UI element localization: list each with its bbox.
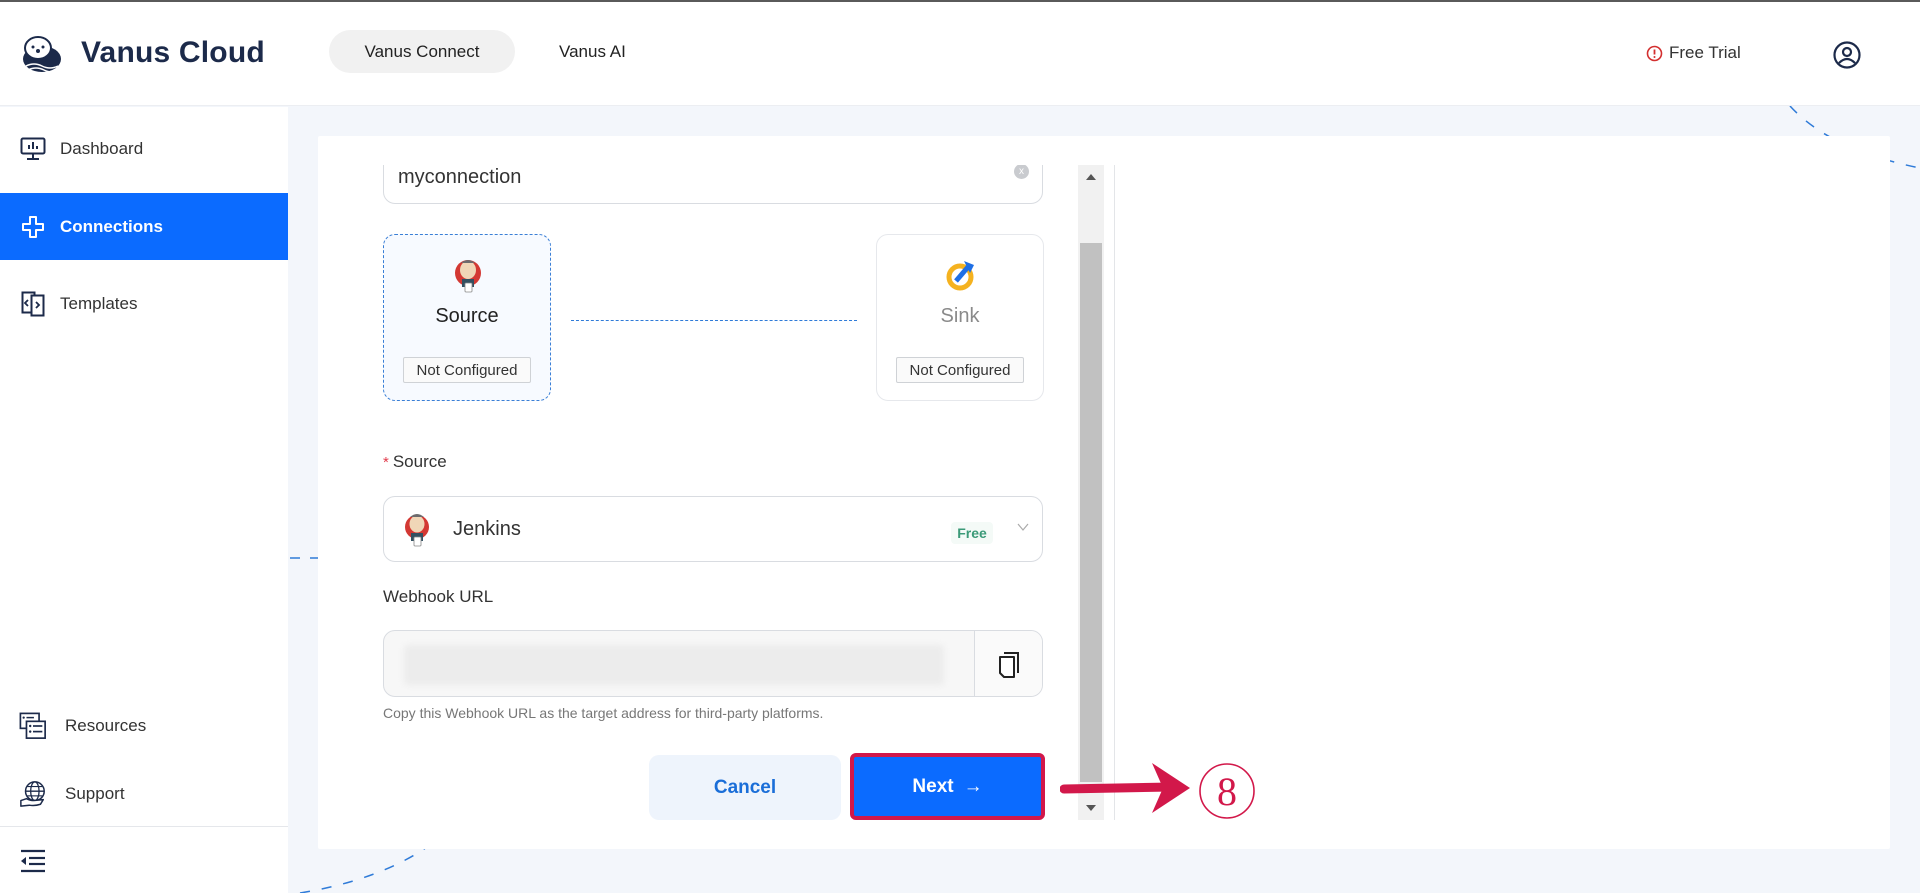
- source-node-title: Source: [435, 305, 499, 327]
- scroll-up-arrow-icon[interactable]: [1086, 174, 1096, 180]
- cancel-button[interactable]: Cancel: [649, 755, 841, 820]
- monitor-chart-icon: [19, 135, 47, 163]
- source-select[interactable]: Jenkins Free: [383, 496, 1043, 562]
- sink-icon: [946, 261, 974, 291]
- webhook-url-field[interactable]: [383, 630, 1043, 697]
- webhook-url-label: Webhook URL: [383, 587, 494, 606]
- top-header: Vanus Cloud Vanus Connect Vanus AI Free …: [0, 2, 1920, 106]
- copy-icon: [998, 651, 1019, 678]
- annotation-arrow-icon: [1060, 782, 1177, 794]
- next-button-label: Next: [912, 775, 954, 797]
- alert-circle-icon: [1646, 45, 1663, 61]
- nav-vanus-ai[interactable]: Vanus AI: [559, 30, 626, 73]
- sidebar-divider: [0, 826, 288, 827]
- node-connector-line: [571, 320, 857, 321]
- collapse-menu-icon[interactable]: [19, 849, 47, 873]
- sink-status-badge: Not Configured: [896, 357, 1024, 383]
- jenkins-icon: [455, 260, 481, 293]
- user-circle-icon[interactable]: [1832, 40, 1862, 70]
- copy-button[interactable]: [974, 631, 1042, 696]
- nav-vanus-connect[interactable]: Vanus Connect: [329, 30, 515, 73]
- pane-divider: [1114, 165, 1115, 820]
- step-annotation: 8: [1060, 763, 1255, 819]
- form-scroll-pane: x Source Not Configured Sink Not Configu…: [318, 165, 1078, 820]
- jenkins-icon: [405, 514, 429, 547]
- sidebar-item-support[interactable]: Support: [0, 760, 288, 827]
- source-status-badge: Not Configured: [403, 357, 531, 383]
- sidebar-item-label: Resources: [65, 715, 147, 735]
- source-label-text: Source: [392, 452, 447, 471]
- connection-form-card: x Source Not Configured Sink Not Configu…: [318, 136, 1890, 849]
- clear-input-icon[interactable]: x: [1014, 165, 1029, 179]
- sidebar-item-templates[interactable]: Templates: [0, 270, 288, 337]
- source-select-value: Jenkins: [453, 518, 521, 540]
- templates-icon: [19, 290, 47, 318]
- sidebar-item-label: Connections: [60, 216, 163, 236]
- webhook-helper-text: Copy this Webhook URL as the target addr…: [383, 705, 824, 721]
- sidebar-item-connections[interactable]: Connections: [0, 193, 288, 260]
- required-marker: *: [383, 454, 389, 471]
- resources-list-icon: [19, 712, 47, 740]
- globe-hand-icon: [19, 780, 47, 808]
- sidebar-item-label: Templates: [60, 293, 138, 313]
- free-badge: Free: [951, 522, 993, 544]
- source-node-card[interactable]: Source Not Configured: [383, 234, 551, 401]
- arrow-right-icon: →: [963, 775, 983, 797]
- sidebar-item-label: Dashboard: [60, 138, 144, 158]
- connection-name-input[interactable]: [398, 166, 998, 189]
- sidebar-item-label: Support: [65, 783, 125, 803]
- next-button[interactable]: Next →: [850, 753, 1045, 820]
- connection-name-field[interactable]: x: [383, 165, 1043, 204]
- sink-node-title: Sink: [940, 305, 980, 327]
- sidebar: Dashboard Connections Templates Resource…: [0, 107, 288, 893]
- sidebar-item-resources[interactable]: Resources: [0, 692, 288, 759]
- webhook-url-input[interactable]: [402, 651, 942, 669]
- sidebar-item-dashboard[interactable]: Dashboard: [0, 115, 288, 182]
- source-field-label: * Source: [383, 452, 447, 472]
- step-number: 8: [1217, 769, 1237, 814]
- sink-node-card[interactable]: Sink Not Configured: [876, 234, 1044, 401]
- otter-logo-icon[interactable]: [18, 33, 62, 73]
- chevron-down-icon: [1017, 523, 1029, 531]
- brand-name: Vanus Cloud: [81, 36, 265, 69]
- connections-icon: [19, 213, 47, 241]
- form-scrollbar[interactable]: [1078, 165, 1104, 820]
- free-trial-label: Free Trial: [1669, 43, 1741, 62]
- scroll-thumb[interactable]: [1080, 243, 1102, 782]
- free-trial-link[interactable]: Free Trial: [1646, 38, 1741, 68]
